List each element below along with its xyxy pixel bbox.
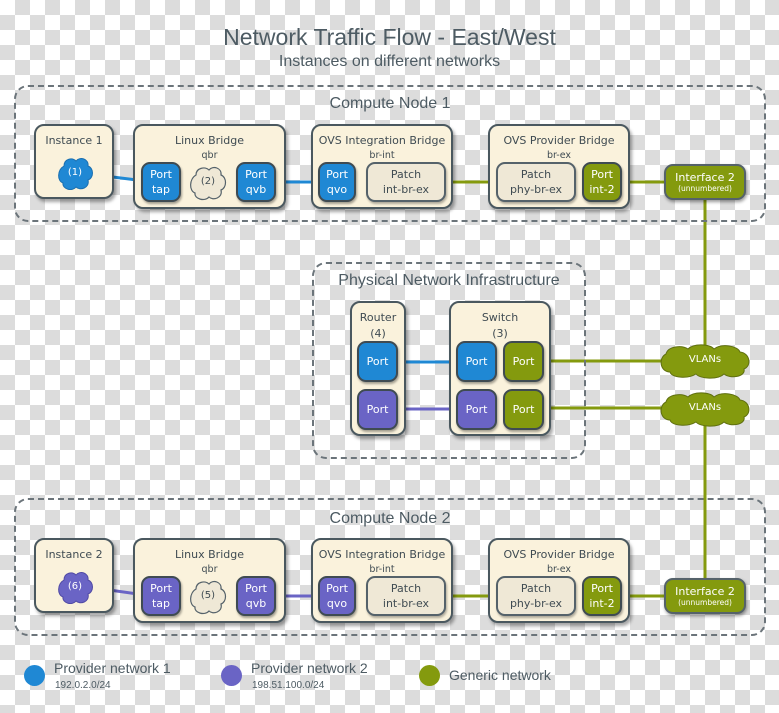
physical-network-label: Physical Network Infrastructure xyxy=(338,272,560,289)
ovs-integration-bridge-2-title: OVS Integration Bridge xyxy=(318,548,446,561)
patch-int-br-ex-2[interactable]: Patch int-br-ex xyxy=(366,576,446,616)
switch-port-green-1-label: Port xyxy=(512,355,535,368)
port-qvb-2-label: Port xyxy=(245,582,267,595)
interface-2-node1-sub: (unnumbered) xyxy=(678,183,732,193)
linux-bridge-1-title: Linux Bridge xyxy=(175,134,244,147)
port-qvo-1[interactable]: Port qvo xyxy=(318,162,356,202)
diagram-title: Network Traffic Flow - East/West xyxy=(223,24,556,50)
vlan-cloud-1-label: VLANs xyxy=(688,354,722,365)
bridge-cloud-5-label: (5) xyxy=(200,590,216,601)
port-int-2-node2[interactable]: Port int-2 xyxy=(582,576,622,616)
ovs-provider-bridge-2-title: OVS Provider Bridge xyxy=(503,548,615,561)
router-sub: (4) xyxy=(370,327,386,340)
port-tap-2-sub: tap xyxy=(151,597,171,610)
ovs-provider-bridge-1-title: OVS Provider Bridge xyxy=(503,134,615,147)
port-qvb-2-sub: qvb xyxy=(245,597,267,610)
legend-provider-1-cidr: 192.0.2.0/24 xyxy=(55,680,111,691)
port-qvb-1-sub: qvb xyxy=(245,183,267,196)
switch-port-green-2[interactable]: Port xyxy=(503,389,544,430)
legend-generic-name: Generic network xyxy=(449,667,551,683)
switch-sub: (3) xyxy=(492,327,508,340)
router-title: Router xyxy=(359,311,397,324)
port-tap-2-label: Port xyxy=(150,582,172,595)
port-tap-2[interactable]: Port tap xyxy=(141,576,181,616)
ovs-integration-bridge-2-sub: br-int xyxy=(369,564,395,575)
ovs-provider-bridge-1-sub: br-ex xyxy=(546,150,572,161)
patch-phy-br-ex-1-sub: phy-br-ex xyxy=(509,183,563,196)
legend-provider-2-cidr: 198.51.100.0/24 xyxy=(252,680,325,691)
patch-int-br-ex-1-label: Patch xyxy=(390,168,422,181)
interface-2-node2-sub: (unnumbered) xyxy=(678,597,732,607)
instance-2-box[interactable]: Instance 2 (6) xyxy=(34,538,114,613)
legend-provider-2-name: Provider network 2 xyxy=(251,660,368,676)
interface-2-node2[interactable]: Interface 2 (unnumbered) xyxy=(664,578,746,614)
switch-port-green-2-label: Port xyxy=(512,403,535,416)
port-qvb-1-label: Port xyxy=(245,168,267,181)
linux-bridge-1-sub: qbr xyxy=(201,150,218,161)
patch-phy-br-ex-2-label: Patch xyxy=(520,582,552,595)
bridge-cloud-2-label: (2) xyxy=(200,176,216,187)
router-port-purple-label: Port xyxy=(366,403,389,416)
switch-port-purple[interactable]: Port xyxy=(456,389,497,430)
ovs-provider-bridge-2-sub: br-ex xyxy=(546,564,572,575)
switch-port-purple-label: Port xyxy=(465,403,488,416)
port-qvo-2-sub: qvo xyxy=(326,597,348,610)
port-qvo-1-sub: qvo xyxy=(326,183,348,196)
ovs-integration-bridge-1-sub: br-int xyxy=(369,150,395,161)
patch-int-br-ex-2-label: Patch xyxy=(390,582,422,595)
compute-node-1-label: Compute Node 1 xyxy=(329,95,451,112)
patch-phy-br-ex-1-label: Patch xyxy=(520,168,552,181)
switch-title: Switch xyxy=(481,311,519,324)
switch-port-green-1[interactable]: Port xyxy=(503,341,544,382)
instance-1-title: Instance 1 xyxy=(45,134,103,147)
patch-int-br-ex-1[interactable]: Patch int-br-ex xyxy=(366,162,446,202)
legend-generic-dot xyxy=(419,665,440,686)
instance-1-box[interactable]: Instance 1 (1) xyxy=(34,124,114,199)
router-port-blue-label: Port xyxy=(366,355,389,368)
legend-provider-1-name: Provider network 1 xyxy=(54,660,171,676)
port-int-2-node2-sub: int-2 xyxy=(589,597,615,610)
port-tap-1-sub: tap xyxy=(151,183,171,196)
compute-node-2-label: Compute Node 2 xyxy=(329,510,451,527)
linux-bridge-2-title: Linux Bridge xyxy=(175,548,244,561)
port-qvo-1-label: Port xyxy=(326,168,348,181)
port-int-2-node2-label: Port xyxy=(591,582,613,595)
vlan-cloud-2-label: VLANs xyxy=(688,402,722,413)
patch-phy-br-ex-1[interactable]: Patch phy-br-ex xyxy=(496,162,576,202)
instance-2-title: Instance 2 xyxy=(45,548,103,561)
legend-provider-1-dot xyxy=(24,665,45,686)
port-tap-1-label: Port xyxy=(150,168,172,181)
patch-phy-br-ex-2-sub: phy-br-ex xyxy=(509,597,563,610)
ovs-integration-bridge-1-title: OVS Integration Bridge xyxy=(318,134,446,147)
port-int-2-node1-sub: int-2 xyxy=(589,183,615,196)
interface-2-node1-label: Interface 2 xyxy=(675,170,735,184)
switch-port-blue-label: Port xyxy=(465,355,488,368)
port-qvb-1[interactable]: Port qvb xyxy=(236,162,276,202)
legend-provider-2-dot xyxy=(221,665,242,686)
switch-port-blue[interactable]: Port xyxy=(456,341,497,382)
router-port-purple[interactable]: Port xyxy=(357,389,398,430)
port-qvo-2[interactable]: Port qvo xyxy=(318,576,356,616)
patch-int-br-ex-1-sub: int-br-ex xyxy=(382,183,430,196)
patch-phy-br-ex-2[interactable]: Patch phy-br-ex xyxy=(496,576,576,616)
port-int-2-node1[interactable]: Port int-2 xyxy=(582,162,622,202)
port-tap-1[interactable]: Port tap xyxy=(141,162,181,202)
interface-2-node2-label: Interface 2 xyxy=(675,584,735,598)
port-qvb-2[interactable]: Port qvb xyxy=(236,576,276,616)
linux-bridge-2-sub: qbr xyxy=(201,564,218,575)
interface-2-node1[interactable]: Interface 2 (unnumbered) xyxy=(664,164,746,200)
diagram-subtitle: Instances on different networks xyxy=(278,53,501,70)
port-int-2-node1-label: Port xyxy=(591,168,613,181)
port-qvo-2-label: Port xyxy=(326,582,348,595)
instance-1-cloud-label: (1) xyxy=(67,167,83,178)
router-port-blue[interactable]: Port xyxy=(357,341,398,382)
instance-2-cloud-label: (6) xyxy=(67,581,83,592)
patch-int-br-ex-2-sub: int-br-ex xyxy=(382,597,430,610)
